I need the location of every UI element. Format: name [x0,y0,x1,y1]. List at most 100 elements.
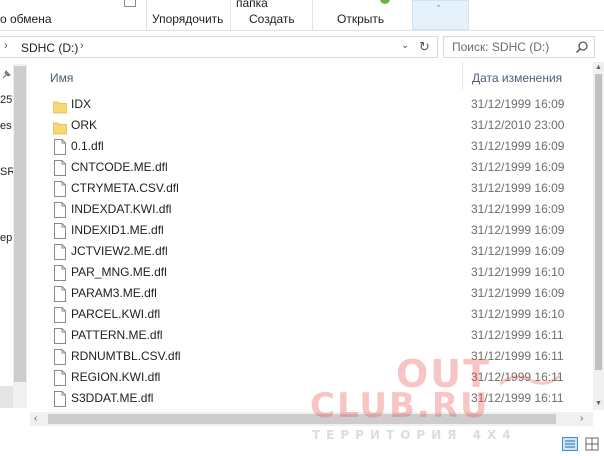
file-name[interactable]: PAR_MNG.ME.dfl [71,265,167,279]
file-row[interactable]: PARCEL.KWI.dfl 31/12/1999 16:10 [30,304,593,325]
column-date-header[interactable]: Дата изменения [472,71,562,85]
file-rows: IDX 31/12/1999 16:09 ORK 31/12/2010 23:00 0.… [30,94,593,409]
breadcrumb-chevron-icon[interactable]: › [4,40,8,52]
ribbon-select-button[interactable] [412,0,469,30]
file-date: 31/12/1999 16:11 [471,391,564,405]
ribbon-organize-label[interactable]: Упорядочить [152,12,223,26]
search-box[interactable] [443,36,595,58]
nav-selected-item[interactable] [0,386,13,408]
nav-scrollbar[interactable] [13,64,27,408]
file-icon [54,265,66,281]
column-header: Имя Дата изменения [30,62,593,90]
properties-icon [124,0,136,7]
file-name[interactable]: CTRYMETA.CSV.dfl [71,181,179,195]
nav-item-fragment[interactable]: ер [0,232,12,244]
pin-icon[interactable] [1,70,11,80]
search-icon[interactable] [574,39,590,55]
details-view-icon[interactable] [562,437,578,451]
file-date: 31/12/1999 16:11 [471,328,564,342]
file-row[interactable]: S3DDAT.ME.dfl 31/12/1999 16:11 [30,388,593,409]
file-name[interactable]: IDX [71,97,91,111]
file-icon [54,391,66,407]
file-date: 31/12/1999 16:09 [471,181,565,195]
file-date: 31/12/1999 16:09 [471,286,565,300]
file-row[interactable]: CTRYMETA.CSV.dfl 31/12/1999 16:09 [30,178,593,199]
file-date: 31/12/1999 16:09 [471,139,565,153]
file-icon [54,328,66,344]
address-row: › SDHC (D:) › ⌄ ↻ [0,36,604,60]
file-icon [54,139,66,155]
ribbon-new-folder-label[interactable]: папка [236,0,268,10]
file-row[interactable]: ORK 31/12/2010 23:00 [30,115,593,136]
status-bar [0,428,604,456]
file-date: 31/12/1999 16:09 [471,244,565,258]
column-name-header[interactable]: Имя [50,71,73,85]
file-name[interactable]: S3DDAT.ME.dfl [71,391,153,405]
scroll-right-icon[interactable]: › [580,413,583,424]
file-name[interactable]: INDEXID1.ME.dfl [71,223,164,237]
nav-scrollbar-thumb[interactable] [14,66,26,382]
file-row[interactable]: INDEXID1.ME.dfl 31/12/1999 16:09 [30,220,593,241]
address-bar[interactable]: › SDHC (D:) › ⌄ ↻ [0,36,438,58]
breadcrumb-chevron-icon[interactable]: › [80,40,84,52]
scroll-up-icon[interactable]: ▲ [595,64,602,71]
file-row[interactable]: 0.1.dfl 31/12/1999 16:09 [30,136,593,157]
horizontal-scrollbar[interactable]: ‹ › [30,412,593,426]
file-icon [54,181,66,197]
ribbon: о обмена Упорядочить папка Создать Откры… [0,0,604,31]
file-name[interactable]: PATTERN.ME.dfl [71,328,163,342]
file-row[interactable]: CNTCODE.ME.dfl 31/12/1999 16:09 [30,157,593,178]
file-name[interactable]: RDNUMTBL.CSV.dfl [71,349,181,363]
file-name[interactable]: PARAM3.ME.dfl [71,286,157,300]
breadcrumb-path[interactable]: SDHC (D:) [21,41,78,55]
vertical-scrollbar[interactable]: ▲ ▼ [593,62,604,410]
file-date: 31/12/1999 16:09 [471,97,565,111]
vertical-scrollbar-thumb[interactable] [595,74,602,370]
horizontal-scrollbar-thumb[interactable] [48,414,556,424]
file-date: 31/12/1999 16:09 [471,223,565,237]
file-name[interactable]: ORK [71,118,97,132]
search-input[interactable] [452,40,570,54]
scroll-left-icon[interactable]: ‹ [34,413,37,424]
file-date: 31/12/1999 16:10 [471,265,565,279]
file-icon [54,223,66,239]
file-icon [54,202,66,218]
file-row[interactable]: RDNUMTBL.CSV.dfl 31/12/1999 16:11 [30,346,593,367]
chevron-up-icon: ˆ [437,4,440,14]
file-row[interactable]: JCTVIEW2.ME.dfl 31/12/1999 16:09 [30,241,593,262]
file-row[interactable]: IDX 31/12/1999 16:09 [30,94,593,115]
column-divider[interactable] [462,62,463,90]
file-row[interactable]: PAR_MNG.ME.dfl 31/12/1999 16:10 [30,262,593,283]
file-name[interactable]: PARCEL.KWI.dfl [71,307,160,321]
ribbon-open-label[interactable]: Открыть [337,12,384,26]
file-icon [54,160,66,176]
ribbon-clipboard-label: о обмена [0,12,52,26]
file-row[interactable]: INDEXDAT.KWI.dfl 31/12/1999 16:09 [30,199,593,220]
refresh-icon[interactable]: ↻ [419,39,430,55]
file-row[interactable]: PARAM3.ME.dfl 31/12/1999 16:09 [30,283,593,304]
file-date: 31/12/1999 16:11 [471,349,564,363]
file-icon [54,286,66,302]
file-name[interactable]: JCTVIEW2.ME.dfl [71,244,168,258]
file-date: 31/12/2010 23:00 [471,118,565,132]
file-date: 31/12/1999 16:11 [471,370,564,384]
large-icons-view-icon[interactable] [585,437,599,451]
file-icon [54,349,66,365]
file-date: 31/12/1999 16:09 [471,160,565,174]
file-date: 31/12/1999 16:10 [471,307,565,321]
file-row[interactable]: REGION.KWI.dfl 31/12/1999 16:11 [30,367,593,388]
file-name[interactable]: CNTCODE.ME.dfl [71,160,168,174]
file-list[interactable]: Имя Дата изменения IDX 31/12/1999 16:09 OR… [30,62,593,410]
file-name[interactable]: 0.1.dfl [71,139,104,153]
folder-icon [53,122,67,135]
file-name[interactable]: INDEXDAT.KWI.dfl [71,202,171,216]
file-row[interactable]: PATTERN.ME.dfl 31/12/1999 16:11 [30,325,593,346]
file-name[interactable]: REGION.KWI.dfl [71,370,160,384]
nav-item-fragment[interactable]: es [0,120,12,132]
chevron-down-icon[interactable]: ⌄ [401,40,409,51]
ribbon-new-label[interactable]: Создать [249,12,295,26]
scroll-down-icon[interactable]: ▼ [595,400,602,407]
edit-icon [380,0,390,4]
ribbon-clipboard-group: о обмена [0,0,136,30]
navigation-pane[interactable]: 25' es SR ер [0,62,28,410]
